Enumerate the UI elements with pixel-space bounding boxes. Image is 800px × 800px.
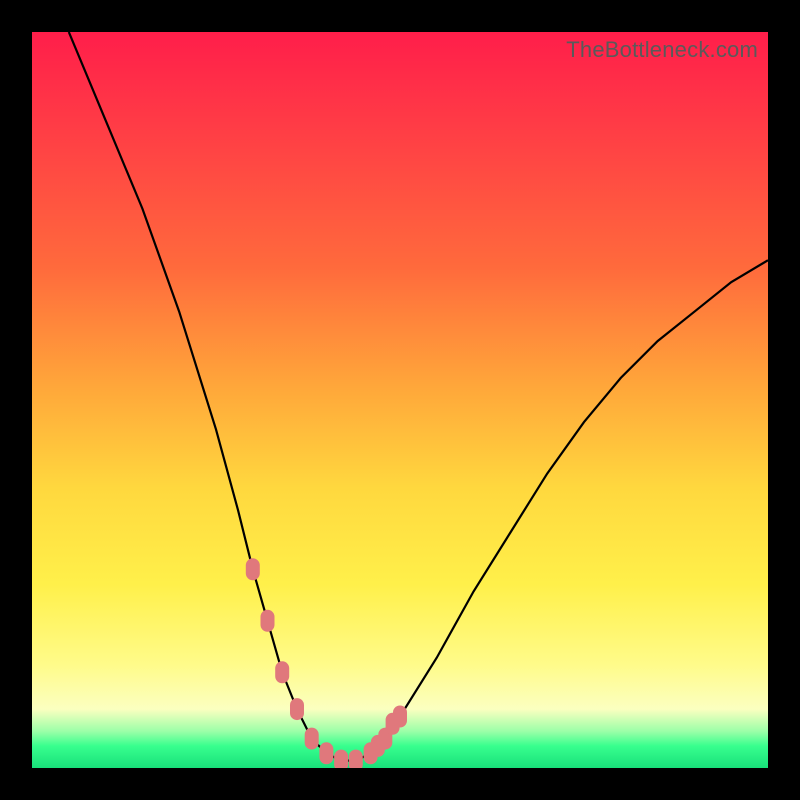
bottleneck-curve-path xyxy=(69,32,768,761)
highlight-dot xyxy=(290,698,304,720)
highlight-dot xyxy=(305,728,319,750)
highlight-dot xyxy=(371,735,385,757)
highlight-dot xyxy=(334,750,348,768)
highlight-dot xyxy=(261,610,275,632)
highlight-dots-group xyxy=(246,558,407,768)
chart-frame: TheBottleneck.com xyxy=(0,0,800,800)
highlight-dot xyxy=(319,742,333,764)
plot-area: TheBottleneck.com xyxy=(32,32,768,768)
highlight-dot xyxy=(386,713,400,735)
curve-svg xyxy=(32,32,768,768)
highlight-dot xyxy=(349,750,363,768)
highlight-dot xyxy=(246,558,260,580)
highlight-dot xyxy=(275,661,289,683)
